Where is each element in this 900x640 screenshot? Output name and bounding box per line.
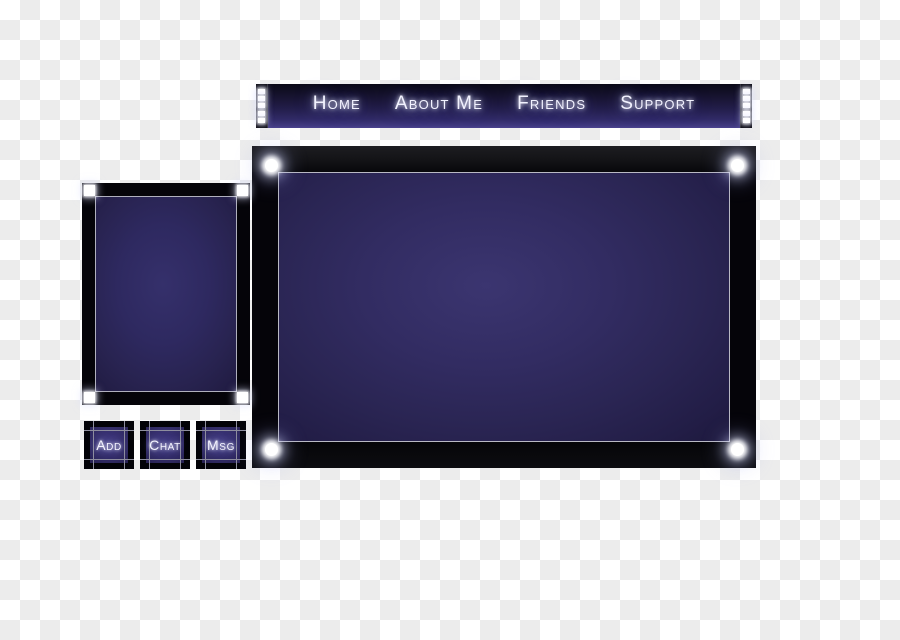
add-button[interactable]: Add: [84, 421, 134, 469]
corner-glow-icon: [237, 392, 248, 403]
rail-light-icon: [258, 89, 265, 95]
corner-glow-icon: [237, 185, 248, 196]
profile-panel-body: [95, 196, 237, 392]
nav-left-light-rail: [256, 84, 268, 128]
rail-light-icon: [258, 103, 265, 109]
corner-glow-icon: [84, 392, 95, 403]
rail-light-icon: [743, 96, 750, 102]
corner-glow-icon: [84, 185, 95, 196]
chat-button-face: Chat: [146, 427, 184, 463]
nav-link-list: Home About Me Friends Support: [268, 84, 740, 128]
nav-item-about-me[interactable]: About Me: [395, 93, 483, 115]
rail-light-icon: [743, 117, 750, 123]
add-button-face: Add: [90, 427, 128, 463]
profile-action-buttons: Add Chat Msg: [84, 421, 250, 469]
msg-button[interactable]: Msg: [196, 421, 246, 469]
nav-item-support[interactable]: Support: [620, 93, 695, 115]
rail-light-icon: [258, 96, 265, 102]
rail-light-icon: [258, 110, 265, 116]
msg-button-label: Msg: [207, 437, 235, 453]
chat-button-label: Chat: [149, 437, 181, 453]
main-navigation: Home About Me Friends Support: [256, 84, 752, 128]
nav-item-home[interactable]: Home: [313, 93, 361, 115]
rail-light-icon: [258, 117, 265, 123]
content-panel: [252, 146, 756, 468]
rail-light-icon: [743, 89, 750, 95]
chat-button[interactable]: Chat: [140, 421, 190, 469]
content-panel-body: [278, 172, 730, 442]
nav-item-friends[interactable]: Friends: [517, 93, 586, 115]
rail-light-icon: [743, 110, 750, 116]
layout-canvas: Home About Me Friends Support Add Chat M…: [0, 0, 900, 640]
nav-right-light-rail: [740, 84, 752, 128]
msg-button-face: Msg: [202, 427, 240, 463]
profile-panel: [82, 183, 250, 405]
rail-light-icon: [743, 103, 750, 109]
add-button-label: Add: [96, 437, 122, 453]
